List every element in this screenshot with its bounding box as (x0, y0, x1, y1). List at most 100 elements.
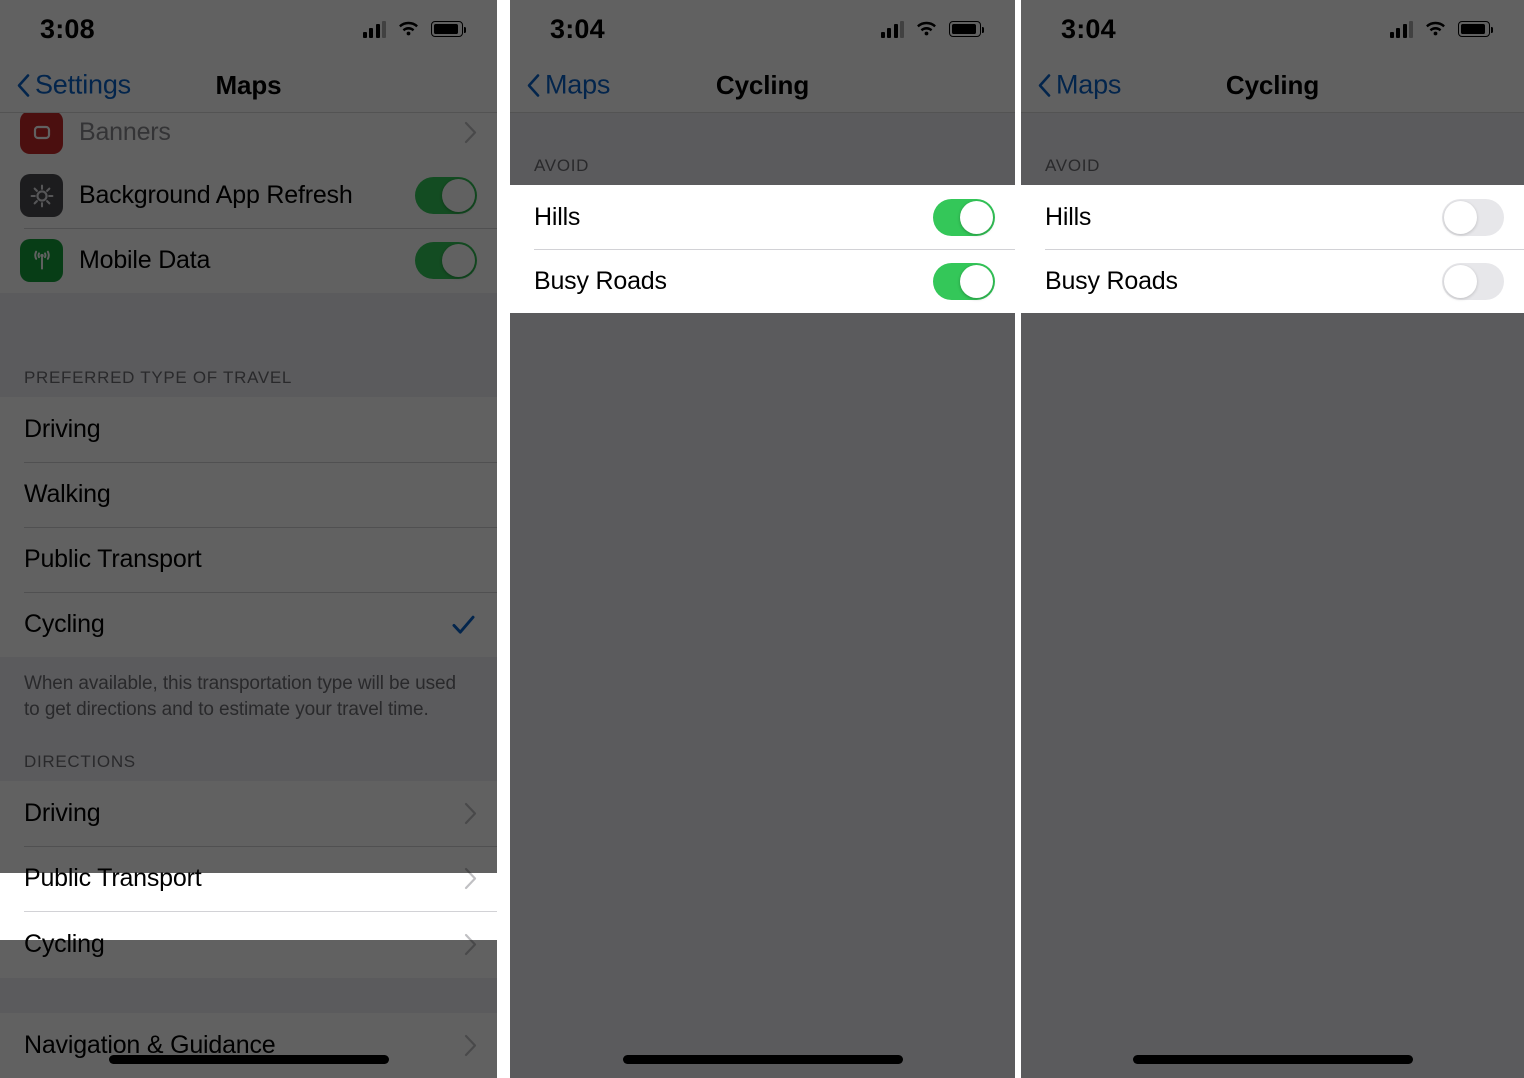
cycling-scroll-body[interactable]: AVOID Hills Busy Roads (510, 113, 1015, 1078)
list-item-label: Walking (24, 480, 111, 509)
status-time: 3:04 (550, 13, 605, 44)
list-item-label: Driving (24, 799, 101, 828)
toggle-knob (1444, 264, 1477, 298)
group-separator (0, 978, 497, 1013)
chevron-right-icon (464, 1034, 477, 1057)
list-item-directions-public-transport[interactable]: Public Transport (0, 846, 497, 912)
cellular-signal-icon (1389, 20, 1413, 38)
status-bar: 3:08 (0, 0, 497, 58)
group-separator (510, 113, 1015, 139)
chevron-right-icon (464, 934, 477, 956)
list-item-travel-cycling[interactable]: Cycling (0, 592, 497, 658)
cycling-scroll-body[interactable]: AVOID Hills Busy Roads (1021, 113, 1524, 1078)
toggle-avoid-busy-roads[interactable] (1442, 262, 1504, 300)
section-header-directions: DIRECTIONS (0, 723, 497, 782)
app-permission-toggle-list: Background App Refresh Mobile Data (0, 163, 497, 294)
list-item-travel-public-transport[interactable]: Public Transport (0, 527, 497, 593)
back-button-maps[interactable]: Maps (526, 70, 610, 101)
chevron-right-icon (464, 803, 477, 825)
list-item-busy-roads[interactable]: Busy Roads (1021, 249, 1524, 313)
checkmark-icon (452, 616, 475, 634)
group-separator (0, 293, 497, 353)
back-button-settings[interactable]: Settings (16, 70, 131, 101)
toggle-avoid-hills[interactable] (1442, 198, 1504, 236)
navigation-guidance-list: Navigation & Guidance (0, 1013, 497, 1078)
phone-panel-maps-settings: 3:08 Settings Maps Banners Background Ap… (0, 0, 497, 1078)
travel-footnote: When available, this transportation type… (0, 657, 497, 724)
back-button-label: Maps (1056, 69, 1122, 100)
settings-scroll-body[interactable]: Banners Background App Refresh Mobile Da… (0, 113, 497, 1078)
cellular-app-icon (20, 239, 63, 283)
status-icons (362, 20, 467, 38)
wifi-icon (915, 21, 938, 38)
page-title: Maps (215, 69, 282, 100)
wifi-icon (397, 21, 420, 38)
chevron-right-icon (464, 121, 477, 144)
list-item-hills[interactable]: Hills (510, 185, 1015, 249)
toggle-knob (1444, 200, 1477, 234)
list-item-travel-walking[interactable]: Walking (0, 462, 497, 528)
home-indicator[interactable] (108, 1055, 389, 1064)
list-item-mobile-data[interactable]: Mobile Data (0, 228, 497, 294)
notifications-app-icon (20, 113, 63, 154)
phone-panel-cycling-on: 3:04 Maps Cycling AVOID Hills Busy Roads (510, 0, 1015, 1078)
wifi-icon (1424, 21, 1447, 38)
chevron-left-icon (17, 73, 30, 97)
list-item-label: Public Transport (24, 864, 202, 893)
list-item-label: Mobile Data (79, 246, 211, 275)
section-header-avoid: AVOID (510, 139, 1015, 185)
toggle-knob (960, 200, 993, 234)
section-header-preferred-travel: PREFERRED TYPE OF TRAVEL (0, 352, 497, 398)
toggle-knob (960, 264, 993, 298)
list-item-label: Cycling (24, 930, 105, 959)
list-item-label: Cycling (24, 610, 105, 639)
chevron-left-icon (1038, 73, 1051, 97)
back-button-label: Maps (545, 69, 611, 100)
page-title: Cycling (1225, 69, 1320, 100)
list-item-busy-roads[interactable]: Busy Roads (510, 249, 1015, 313)
preferred-travel-list: Driving Walking Public Transport Cycling (0, 397, 497, 658)
toggle-knob (442, 244, 475, 278)
list-item-directions-driving[interactable]: Driving (0, 781, 497, 847)
list-item-travel-driving[interactable]: Driving (0, 397, 497, 463)
chevron-left-icon (527, 73, 540, 97)
list-item-label: Driving (24, 415, 101, 444)
list-item-label: Public Transport (24, 545, 202, 574)
cellular-signal-icon (362, 20, 386, 38)
list-item-label: Hills (1045, 202, 1092, 231)
toggle-avoid-hills[interactable] (933, 198, 995, 236)
avoid-list: Hills Busy Roads (510, 185, 1015, 313)
battery-icon (431, 21, 467, 37)
list-item-hills[interactable]: Hills (1021, 185, 1524, 249)
toggle-knob (442, 179, 475, 213)
screenshot-stage: 3:08 Settings Maps Banners Background Ap… (0, 0, 1524, 1078)
back-button-label: Settings (35, 69, 131, 100)
status-time: 3:08 (40, 13, 95, 44)
home-indicator[interactable] (622, 1055, 903, 1064)
list-item-banners[interactable]: Banners (0, 113, 497, 164)
cellular-signal-icon (880, 20, 904, 38)
toggle-background-app-refresh[interactable] (415, 177, 477, 215)
partial-banners-row-clip: Banners (0, 113, 497, 164)
list-item-label: Background App Refresh (79, 181, 353, 210)
nav-bar: Settings Maps (0, 58, 497, 113)
toggle-mobile-data[interactable] (415, 242, 477, 280)
back-button-maps[interactable]: Maps (1037, 70, 1121, 101)
group-separator (1021, 113, 1524, 139)
toggle-avoid-busy-roads[interactable] (933, 262, 995, 300)
directions-list: Driving Public Transport Cycling (0, 781, 497, 979)
status-bar: 3:04 (510, 0, 1015, 58)
list-background-fill (1021, 313, 1524, 1078)
home-indicator[interactable] (1132, 1055, 1413, 1064)
battery-icon (1458, 21, 1494, 37)
chevron-right-icon (464, 868, 477, 890)
nav-bar: Maps Cycling (1021, 58, 1524, 113)
list-item-navigation-guidance[interactable]: Navigation & Guidance (0, 1013, 497, 1078)
status-icons (880, 20, 985, 38)
status-icons (1389, 20, 1494, 38)
list-item-background-app-refresh[interactable]: Background App Refresh (0, 163, 497, 229)
avoid-list: Hills Busy Roads (1021, 185, 1524, 313)
gear-app-icon (20, 174, 63, 218)
list-background-fill (510, 313, 1015, 1078)
list-item-directions-cycling[interactable]: Cycling (0, 911, 497, 979)
